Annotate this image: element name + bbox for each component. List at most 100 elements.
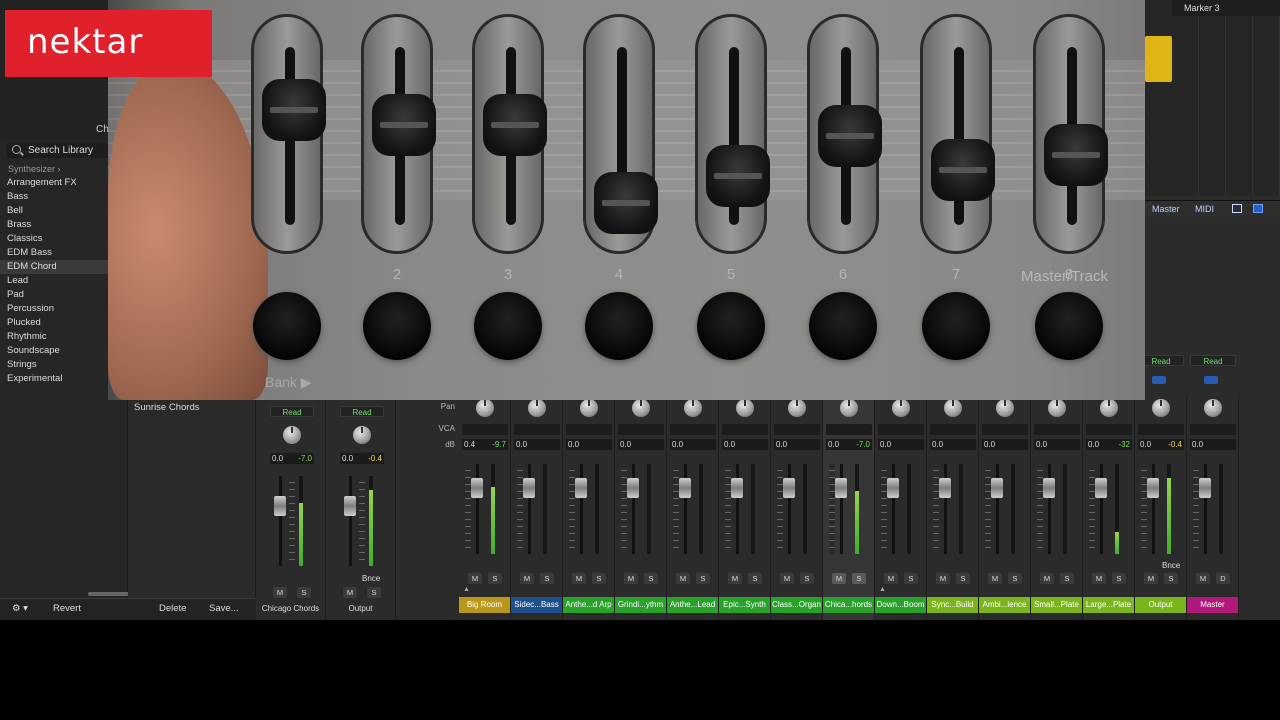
pan-knob[interactable] xyxy=(580,399,598,417)
mute-button[interactable]: M xyxy=(1144,573,1158,584)
volume-fader[interactable] xyxy=(1095,478,1107,498)
pan-knob[interactable] xyxy=(528,399,546,417)
mute-button[interactable]: M xyxy=(1196,573,1210,584)
hardware-button[interactable] xyxy=(697,292,765,360)
channel-name[interactable]: Chica...hords xyxy=(823,597,874,613)
volume-fader[interactable] xyxy=(1043,478,1055,498)
volume-fader[interactable] xyxy=(679,478,691,498)
vca-slot[interactable] xyxy=(1034,424,1080,435)
channel-name[interactable]: Sync...Build xyxy=(927,597,978,613)
automation-mode[interactable]: Read xyxy=(270,406,314,417)
vca-slot[interactable] xyxy=(462,424,508,435)
mute-button[interactable]: M xyxy=(936,573,950,584)
channel-name[interactable]: Master xyxy=(1187,597,1238,613)
hardware-fader[interactable] xyxy=(472,14,547,254)
automation-mode[interactable]: Read xyxy=(340,406,384,417)
mute-button[interactable]: M xyxy=(884,573,898,584)
channel-name[interactable]: Ambi...ience xyxy=(979,597,1030,613)
pan-knob[interactable] xyxy=(1204,399,1222,417)
hardware-button[interactable] xyxy=(809,292,877,360)
link-icon[interactable] xyxy=(1204,376,1218,384)
volume-fader[interactable] xyxy=(1147,478,1159,498)
mixer-view-icon[interactable] xyxy=(1253,204,1263,213)
midi-tab[interactable]: MIDI xyxy=(1195,204,1214,214)
fader-cap[interactable] xyxy=(372,94,436,156)
gear-icon[interactable]: ⚙ ▾ xyxy=(12,603,28,614)
mute-button[interactable]: M xyxy=(728,573,742,584)
dim-button[interactable]: D xyxy=(1216,573,1230,584)
automation-mode[interactable]: Read xyxy=(1190,355,1236,366)
pan-knob[interactable] xyxy=(353,426,371,444)
solo-button[interactable]: S xyxy=(367,587,381,598)
channel-name[interactable]: Grindi...ythm xyxy=(615,597,666,613)
pan-knob[interactable] xyxy=(840,399,858,417)
hardware-button[interactable] xyxy=(474,292,542,360)
channel-name[interactable]: Sidec...Bass xyxy=(511,597,562,613)
pan-knob[interactable] xyxy=(788,399,806,417)
channel-name[interactable]: Anthe...d Arp xyxy=(563,597,614,613)
volume-fader[interactable] xyxy=(783,478,795,498)
revert-button[interactable]: Revert xyxy=(53,603,81,614)
solo-button[interactable]: S xyxy=(1164,573,1178,584)
hardware-fader[interactable] xyxy=(1033,14,1108,254)
vca-slot[interactable] xyxy=(826,424,872,435)
solo-button[interactable]: S xyxy=(592,573,606,584)
fader-cap[interactable] xyxy=(483,94,547,156)
fader-cap[interactable] xyxy=(818,104,882,167)
hardware-fader[interactable] xyxy=(583,14,658,254)
channel-name[interactable]: Big Room xyxy=(459,597,510,613)
fader-cap[interactable] xyxy=(1044,124,1108,186)
channel-name[interactable]: Small...Plate xyxy=(1031,597,1082,613)
volume-fader[interactable] xyxy=(344,496,356,516)
channel-name[interactable]: Epic...Synth xyxy=(719,597,770,613)
solo-button[interactable]: S xyxy=(644,573,658,584)
channel-name[interactable]: Chicago Chords xyxy=(256,601,325,617)
pan-knob[interactable] xyxy=(632,399,650,417)
expand-triangle-icon[interactable]: ▲ xyxy=(879,586,886,593)
volume-fader[interactable] xyxy=(939,478,951,498)
hardware-fader[interactable] xyxy=(251,14,326,254)
pan-knob[interactable] xyxy=(944,399,962,417)
solo-button[interactable]: S xyxy=(904,573,918,584)
mute-button[interactable]: M xyxy=(988,573,1002,584)
hardware-button[interactable] xyxy=(253,292,321,360)
solo-button[interactable]: S xyxy=(748,573,762,584)
hardware-button[interactable] xyxy=(585,292,653,360)
mute-button[interactable]: M xyxy=(343,587,357,598)
pan-knob[interactable] xyxy=(684,399,702,417)
volume-fader[interactable] xyxy=(731,478,743,498)
solo-button[interactable]: S xyxy=(800,573,814,584)
marker-label[interactable]: Marker 3 xyxy=(1172,0,1280,16)
link-icon[interactable] xyxy=(1152,376,1166,384)
volume-fader[interactable] xyxy=(471,478,483,498)
mute-button[interactable]: M xyxy=(468,573,482,584)
hardware-button[interactable] xyxy=(1035,292,1103,360)
volume-fader[interactable] xyxy=(523,478,535,498)
vca-slot[interactable] xyxy=(930,424,976,435)
mute-button[interactable]: M xyxy=(572,573,586,584)
vca-slot[interactable] xyxy=(774,424,820,435)
expand-triangle-icon[interactable]: ▲ xyxy=(463,586,470,593)
channel-name[interactable]: Output xyxy=(1135,597,1186,613)
channel-name[interactable]: Large...Plate xyxy=(1083,597,1134,613)
mute-button[interactable]: M xyxy=(273,587,287,598)
vca-slot[interactable] xyxy=(1086,424,1132,435)
hardware-button[interactable] xyxy=(922,292,990,360)
solo-button[interactable]: S xyxy=(297,587,311,598)
solo-button[interactable]: S xyxy=(1060,573,1074,584)
pan-knob[interactable] xyxy=(283,426,301,444)
channel-name[interactable]: Down...Boom xyxy=(875,597,926,613)
master-tab[interactable]: Master xyxy=(1152,204,1180,214)
fader-cap[interactable] xyxy=(931,139,995,201)
pan-knob[interactable] xyxy=(1048,399,1066,417)
vca-slot[interactable] xyxy=(722,424,768,435)
volume-fader[interactable] xyxy=(991,478,1003,498)
volume-fader[interactable] xyxy=(835,478,847,498)
vca-slot[interactable] xyxy=(1190,424,1236,435)
bounce-button[interactable]: Bnce xyxy=(362,574,380,583)
vca-slot[interactable] xyxy=(878,424,924,435)
vca-slot[interactable] xyxy=(982,424,1028,435)
hardware-button[interactable] xyxy=(363,292,431,360)
audio-region[interactable] xyxy=(1145,36,1172,82)
volume-fader[interactable] xyxy=(575,478,587,498)
